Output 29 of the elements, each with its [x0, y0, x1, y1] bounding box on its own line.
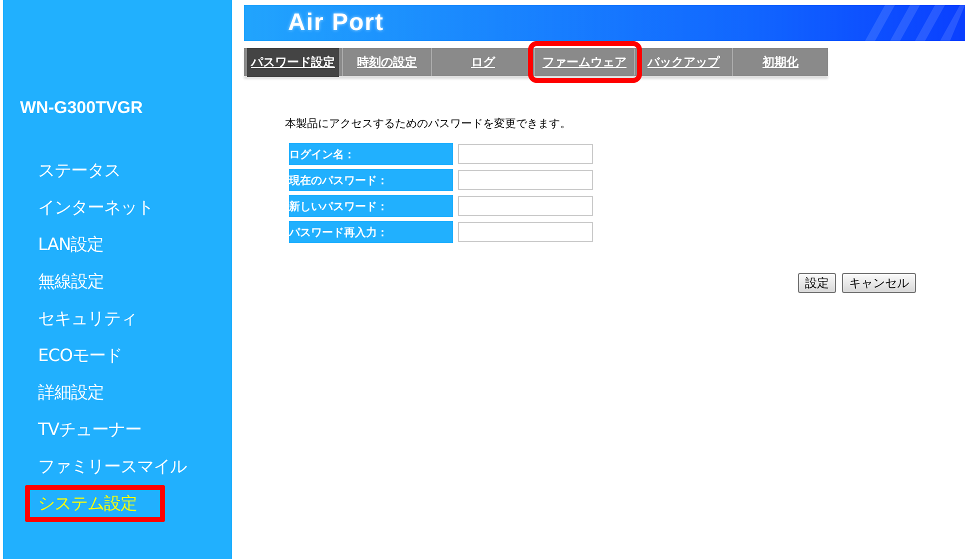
sidebar-item[interactable]: システム設定	[30, 492, 137, 515]
field-label: 新しいパスワード：	[289, 195, 453, 217]
sidebar-item[interactable]: インターネット	[30, 196, 154, 219]
tab[interactable]: ファームウェア	[538, 48, 630, 76]
sidebar-item[interactable]: ファミリースマイル	[30, 455, 186, 478]
tab[interactable]: 時刻の設定	[353, 48, 421, 76]
input-field[interactable]	[458, 196, 593, 216]
logo: Air Port	[288, 9, 384, 37]
field-label: ログイン名：	[289, 143, 453, 165]
tab[interactable]: 初期化	[758, 48, 802, 76]
model-name: WN-G300TVGR	[19, 98, 144, 118]
tab[interactable]: パスワード設定	[247, 48, 339, 76]
sidebar-item[interactable]: セキュリティ	[30, 307, 137, 330]
form-button[interactable]: 設定	[798, 273, 836, 293]
input-field[interactable]	[458, 170, 593, 190]
input-field[interactable]	[458, 144, 593, 164]
field-label: パスワード再入力：	[289, 221, 453, 243]
form-button[interactable]: キャンセル	[842, 273, 916, 293]
sidebar-item[interactable]: ステータス	[30, 159, 120, 182]
sidebar-item[interactable]: ECOモード	[30, 344, 122, 367]
sidebar-item[interactable]: 詳細設定	[30, 381, 104, 404]
sidebar-item[interactable]: TVチューナー	[30, 418, 142, 441]
input-field[interactable]	[458, 222, 593, 242]
sidebar-item[interactable]: 無線設定	[30, 270, 104, 293]
description-text: 本製品にアクセスするためのパスワードを変更できます。	[285, 116, 572, 131]
field-label: 現在のパスワード：	[289, 169, 453, 191]
sidebar-item[interactable]: LAN設定	[30, 233, 104, 256]
tab[interactable]: ログ	[467, 48, 499, 76]
tab[interactable]: バックアップ	[644, 48, 724, 76]
